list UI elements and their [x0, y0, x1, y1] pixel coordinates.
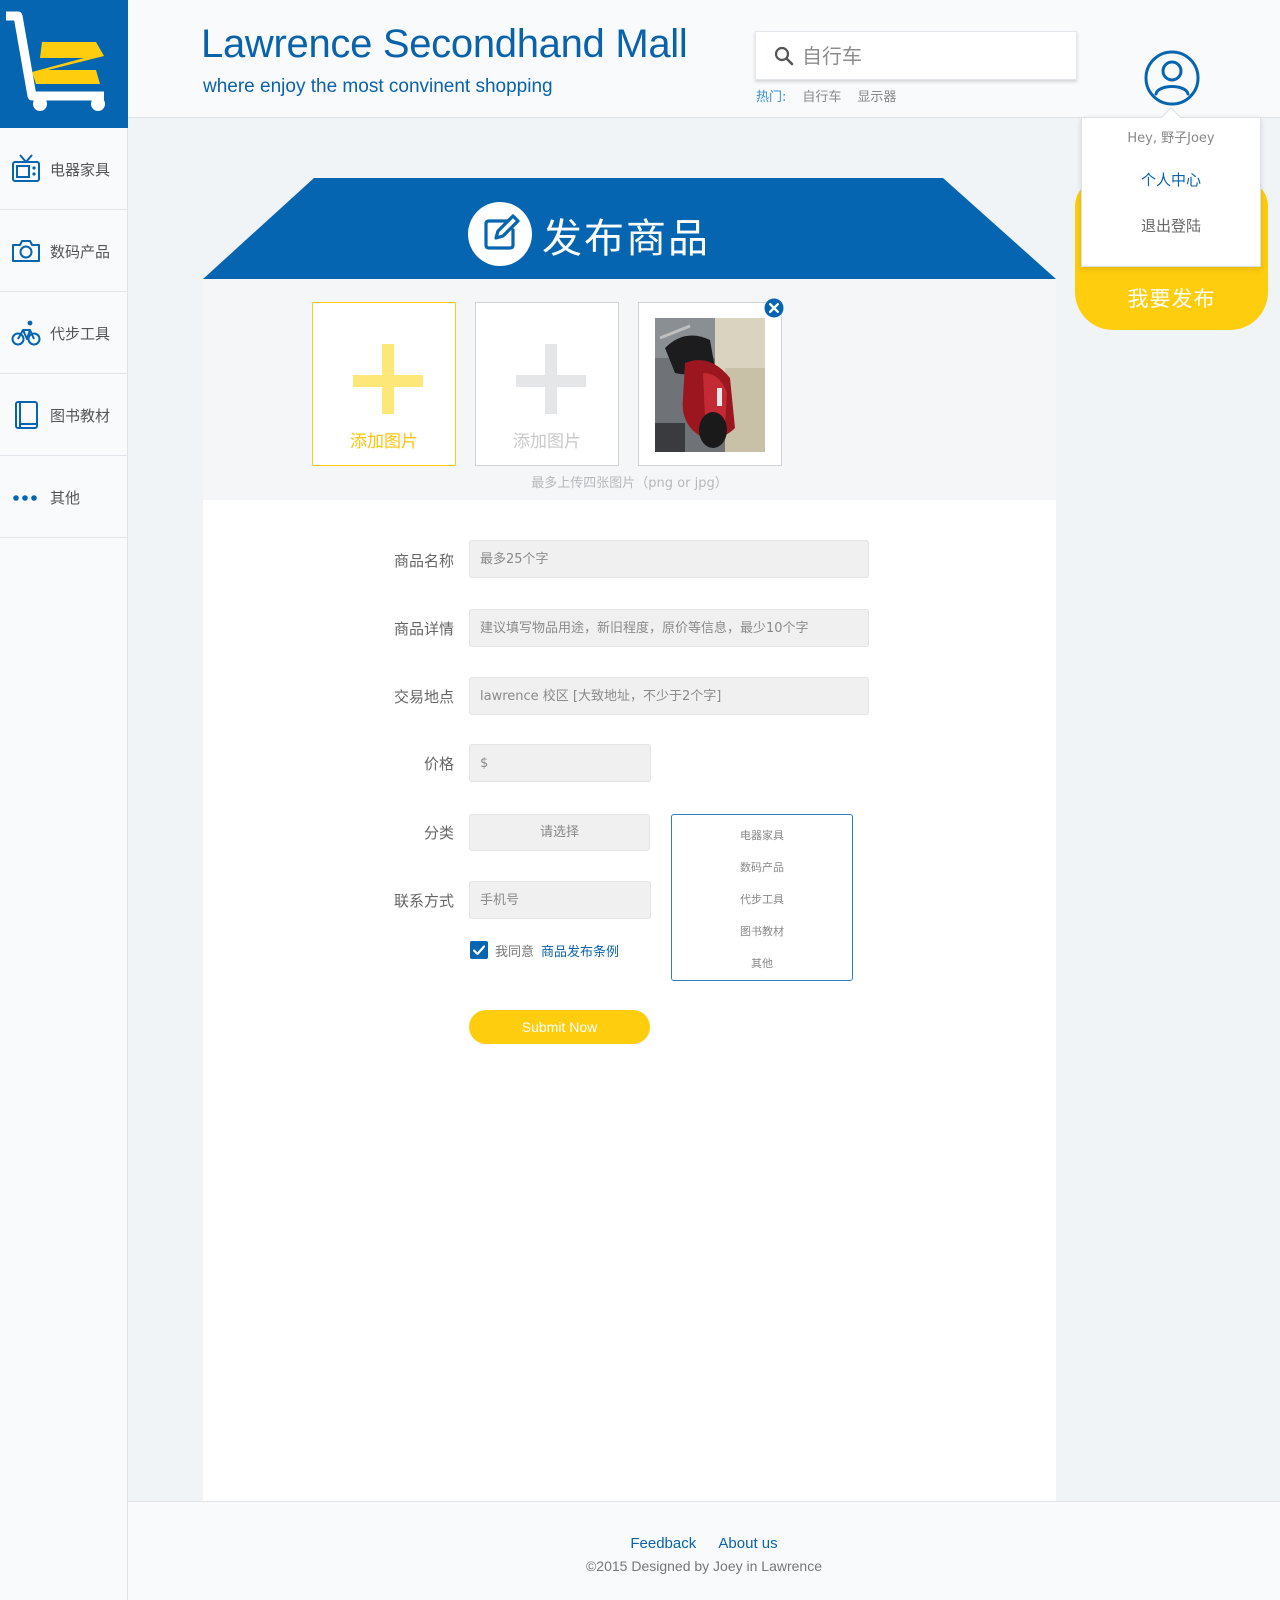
book-icon	[15, 401, 38, 429]
name-label: 商品名称	[393, 552, 454, 570]
hot-label: 热门:	[756, 90, 787, 105]
sidebar-item-label: 数码产品	[50, 243, 111, 261]
location-field[interactable]	[469, 677, 869, 715]
more-icon	[13, 495, 37, 501]
search-input[interactable]	[802, 40, 1062, 72]
uploaded-photo-slot[interactable]	[638, 302, 782, 466]
category-select[interactable]: 请选择	[469, 814, 650, 851]
hot-tag[interactable]: 显示器	[857, 86, 896, 105]
category-option[interactable]: 代步工具	[672, 891, 852, 907]
sidebar-item-label: 图书教材	[50, 407, 111, 425]
sidebar-item-appliances[interactable]: 电器家具	[0, 128, 127, 210]
product-detail-field[interactable]	[469, 609, 869, 647]
agree-row: 我同意 商品发布条例	[470, 940, 619, 960]
page-title: 发布商品	[542, 216, 710, 262]
menu-item-logout[interactable]: 退出登陆	[1082, 215, 1260, 236]
sidebar-item-label: 其他	[50, 489, 81, 507]
sidebar-item-label: 代步工具	[50, 325, 111, 343]
category-option[interactable]: 其他	[672, 955, 852, 971]
user-greeting: Hey, 野子Joey	[1127, 131, 1215, 146]
hot-tag[interactable]: 自行车	[802, 86, 841, 105]
publish-button-label: 我要发布	[1127, 287, 1216, 311]
user-avatar-icon[interactable]	[1144, 50, 1200, 106]
hot-tags: 热门: 自行车 显示器	[756, 86, 896, 105]
edit-circle	[468, 202, 532, 266]
upload-slot-label: 添加图片	[513, 432, 581, 452]
contact-label: 联系方式	[393, 892, 454, 910]
upload-slot-add[interactable]: 添加图片	[475, 302, 619, 466]
footer: Feedback About us ©2015 Designed by Joey…	[128, 1501, 1280, 1600]
check-icon	[472, 945, 486, 956]
category-option[interactable]: 图书教材	[672, 923, 852, 939]
agree-text: 我同意	[495, 944, 535, 960]
scooter-photo	[655, 318, 765, 452]
category-label: 分类	[423, 824, 454, 842]
logo[interactable]	[0, 0, 128, 128]
product-name-field[interactable]	[469, 540, 869, 578]
feedback-link[interactable]: Feedback	[630, 1535, 696, 1552]
site-title[interactable]: Lawrence Secondhand Mall	[201, 22, 688, 67]
tv-icon	[12, 154, 40, 182]
form-panel	[203, 500, 1056, 1501]
about-link[interactable]: About us	[718, 1535, 777, 1552]
price-field[interactable]	[469, 744, 651, 782]
sidebar-item-books[interactable]: 图书教材	[0, 374, 127, 456]
sidebar-item-other[interactable]: 其他	[0, 456, 127, 538]
copyright: ©2015 Designed by Joey in Lawrence	[585, 1558, 823, 1574]
detail-label: 商品详情	[393, 620, 454, 638]
price-label: 价格	[423, 755, 454, 773]
terms-link[interactable]: 商品发布条例	[541, 941, 619, 960]
remove-photo-icon[interactable]	[764, 298, 784, 318]
cart-logo-icon	[6, 11, 105, 111]
bicycle-icon	[11, 320, 41, 346]
submit-button[interactable]: Submit Now	[469, 1010, 650, 1044]
sidebar-item-digital[interactable]: 数码产品	[0, 210, 127, 292]
upload-slot-add[interactable]: 添加图片	[312, 302, 456, 466]
search-box[interactable]	[755, 31, 1077, 80]
sidebar-item-transport[interactable]: 代步工具	[0, 292, 127, 374]
plus-icon	[545, 344, 557, 414]
upload-slot-label: 添加图片	[350, 432, 418, 452]
user-dropdown: Hey, 野子Joey 个人中心 退出登陆	[1081, 107, 1261, 267]
location-label: 交易地点	[393, 688, 454, 706]
category-option[interactable]: 电器家具	[672, 827, 852, 843]
search-icon[interactable]	[774, 46, 794, 66]
menu-item-profile[interactable]: 个人中心	[1082, 169, 1260, 190]
category-dropdown-list: 电器家具 数码产品 代步工具 图书教材 其他	[671, 814, 853, 981]
plus-icon	[382, 344, 394, 414]
site-slogan: where enjoy the most convinent shopping	[203, 76, 553, 97]
camera-icon	[12, 240, 40, 262]
upload-hint: 最多上传四张图片（png or jpg）	[531, 476, 728, 491]
footer-links: Feedback About us	[128, 1535, 1280, 1552]
sidebar-item-label: 电器家具	[50, 161, 111, 179]
edit-icon	[484, 214, 520, 250]
top-header: Lawrence Secondhand Mall where enjoy the…	[0, 0, 1280, 118]
contact-field[interactable]	[469, 881, 651, 919]
agree-checkbox[interactable]	[470, 941, 488, 959]
sidebar: 电器家具 数码产品 代步工具 图书教材 其他	[0, 128, 128, 1600]
category-option[interactable]: 数码产品	[672, 859, 852, 875]
